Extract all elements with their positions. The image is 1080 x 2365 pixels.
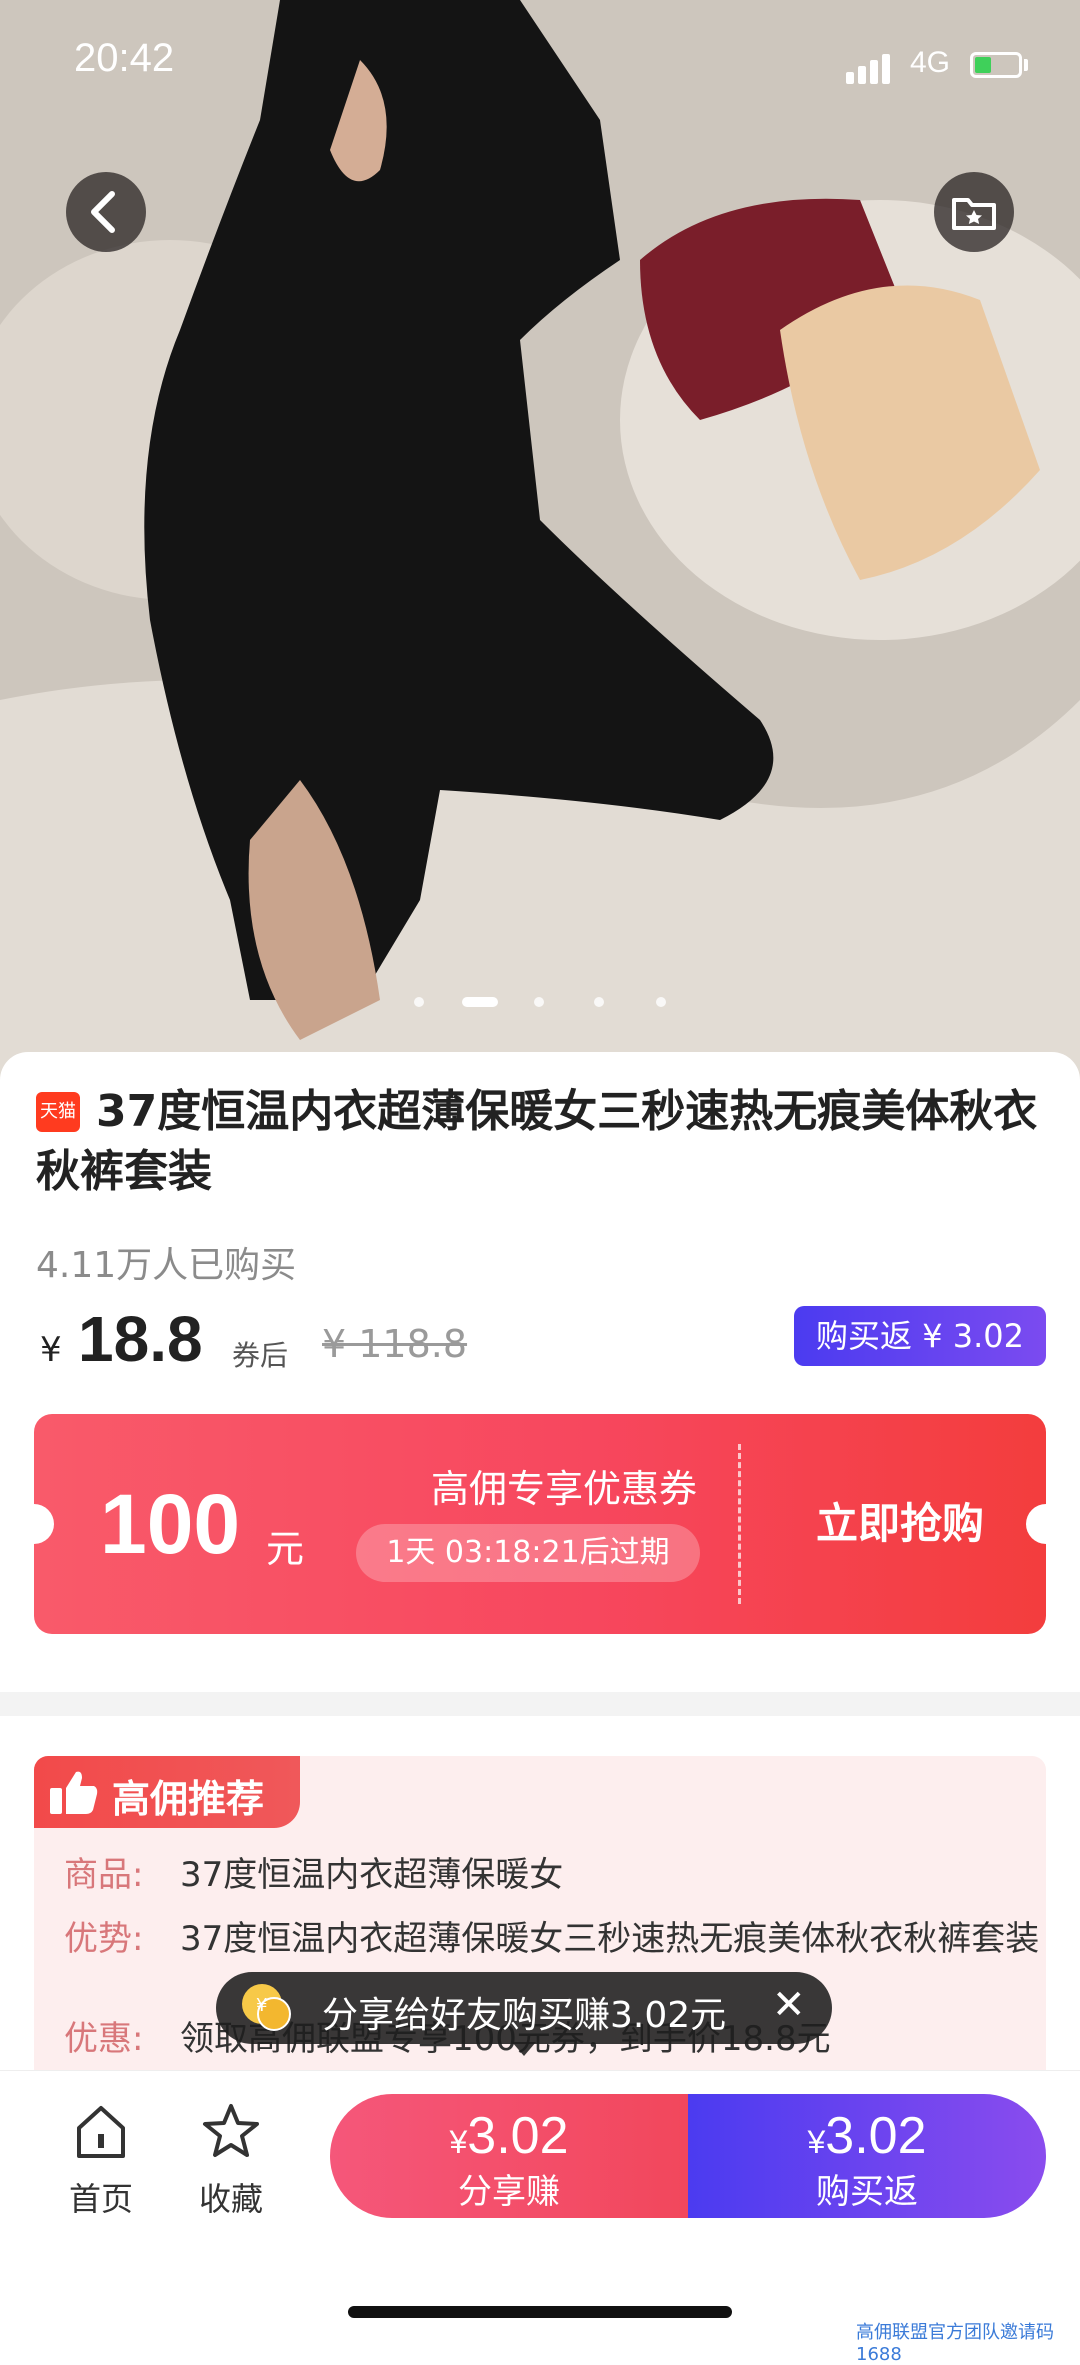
after-coupon-label: 券后: [232, 1339, 289, 1372]
carousel-dot[interactable]: [656, 997, 666, 1007]
carousel-dot[interactable]: [594, 997, 604, 1007]
back-button[interactable]: [66, 172, 146, 252]
coupon-expire-timer: 1天 03:18:21后过期: [356, 1524, 700, 1582]
tab-home[interactable]: 首页: [46, 2102, 156, 2220]
favorite-label: 收藏: [198, 2180, 263, 2218]
signal-icon: [846, 72, 854, 84]
signal-bar: [870, 60, 878, 84]
row-value: 37度恒温内衣超薄保暖女三秒速热无痕美体秋衣秋裤套装: [180, 1919, 1040, 1959]
tab-favorite[interactable]: 收藏: [176, 2102, 286, 2220]
row-value: 37度恒温内衣超薄保暖女: [180, 1855, 564, 1895]
buy-rebate-button[interactable]: ¥3.02 购买返: [688, 2094, 1046, 2218]
recommend-row: 优惠: 领取高佣联盟专享100元券，到手价18.8元: [64, 2016, 831, 2062]
watermark: 高佣联盟官方团队邀请码1688: [856, 2322, 1054, 2365]
star-icon: [203, 2104, 259, 2157]
close-icon[interactable]: ✕: [772, 1982, 806, 2028]
product-title: 37度恒温内衣超薄保暖女三秒速热无痕美体秋衣秋裤套装: [36, 1086, 1038, 1197]
coupon-unit: 元: [266, 1527, 305, 1571]
sales-count: 4.11万人已购买: [36, 1245, 297, 1286]
price: 18.8: [78, 1303, 203, 1375]
battery-tip: [1024, 59, 1028, 71]
home-label: 首页: [68, 2180, 133, 2218]
carousel-dot-active[interactable]: [462, 997, 498, 1007]
carousel-dot[interactable]: [414, 997, 424, 1007]
toast-pointer: [512, 2042, 536, 2056]
svg-text:¥: ¥: [256, 1995, 267, 2016]
buy-label: 购买返: [816, 2172, 918, 2212]
share-earn-button[interactable]: ¥3.02 分享赚: [330, 2094, 688, 2218]
product-photo: [0, 0, 1080, 1080]
network-type: 4G: [910, 46, 951, 79]
signal-bar: [882, 54, 890, 84]
buy-amount: 3.02: [825, 2107, 927, 2165]
signal-bar: [858, 66, 866, 84]
section-divider: [0, 1692, 1080, 1716]
rebate-tag: 购买返 ¥ 3.02: [794, 1306, 1046, 1366]
share-amount: 3.02: [467, 2107, 569, 2165]
grab-coupon-button[interactable]: 立即抢购: [754, 1414, 1046, 1634]
thumbs-up-icon: [50, 1771, 98, 1814]
favorite-folder-button[interactable]: [934, 172, 1014, 252]
carousel-indicator: [0, 992, 1080, 1012]
row-key: 优惠:: [64, 2019, 144, 2059]
home-icon: [77, 2106, 125, 2158]
original-price: ¥ 118.8: [322, 1322, 468, 1366]
folder-star-icon: [952, 198, 996, 230]
coupon-name: 高佣专享优惠券: [430, 1467, 697, 1511]
buy-yen: ¥: [807, 2124, 826, 2160]
recommend-header: 高佣推荐: [34, 1756, 300, 1828]
coupon-notch: [14, 1504, 54, 1544]
share-toast[interactable]: ¥ 分享给好友购买赚3.02元 ✕: [216, 1972, 832, 2044]
chevron-left-icon: [91, 191, 115, 233]
product-image-carousel[interactable]: 20:42 4G: [0, 0, 1080, 1080]
currency-symbol: ¥: [40, 1330, 62, 1370]
home-indicator: [348, 2306, 732, 2318]
recommend-row: 优势: 37度恒温内衣超薄保暖女三秒速热无痕美体秋衣秋裤套装: [64, 1916, 1039, 1962]
coin-icon: ¥: [242, 1984, 291, 2031]
recommend-title: 高佣推荐: [112, 1777, 265, 1821]
recommend-row: 商品: 37度恒温内衣超薄保暖女: [64, 1852, 563, 1898]
battery-icon: [970, 52, 1022, 78]
toast-text: 分享给好友购买赚3.02元: [322, 1995, 727, 2036]
coupon-amount: 100: [100, 1477, 241, 1571]
coupon-card[interactable]: 100 元 高佣专享优惠券 1天 03:18:21后过期 立即抢购: [14, 1414, 1066, 1634]
share-yen: ¥: [449, 2124, 468, 2160]
row-key: 优势:: [64, 1919, 144, 1959]
row-key: 商品:: [64, 1855, 144, 1895]
share-label: 分享赚: [458, 2172, 560, 2212]
carousel-dot[interactable]: [534, 997, 544, 1007]
coupon-divider: [738, 1444, 741, 1604]
status-time: 20:42: [74, 36, 175, 80]
